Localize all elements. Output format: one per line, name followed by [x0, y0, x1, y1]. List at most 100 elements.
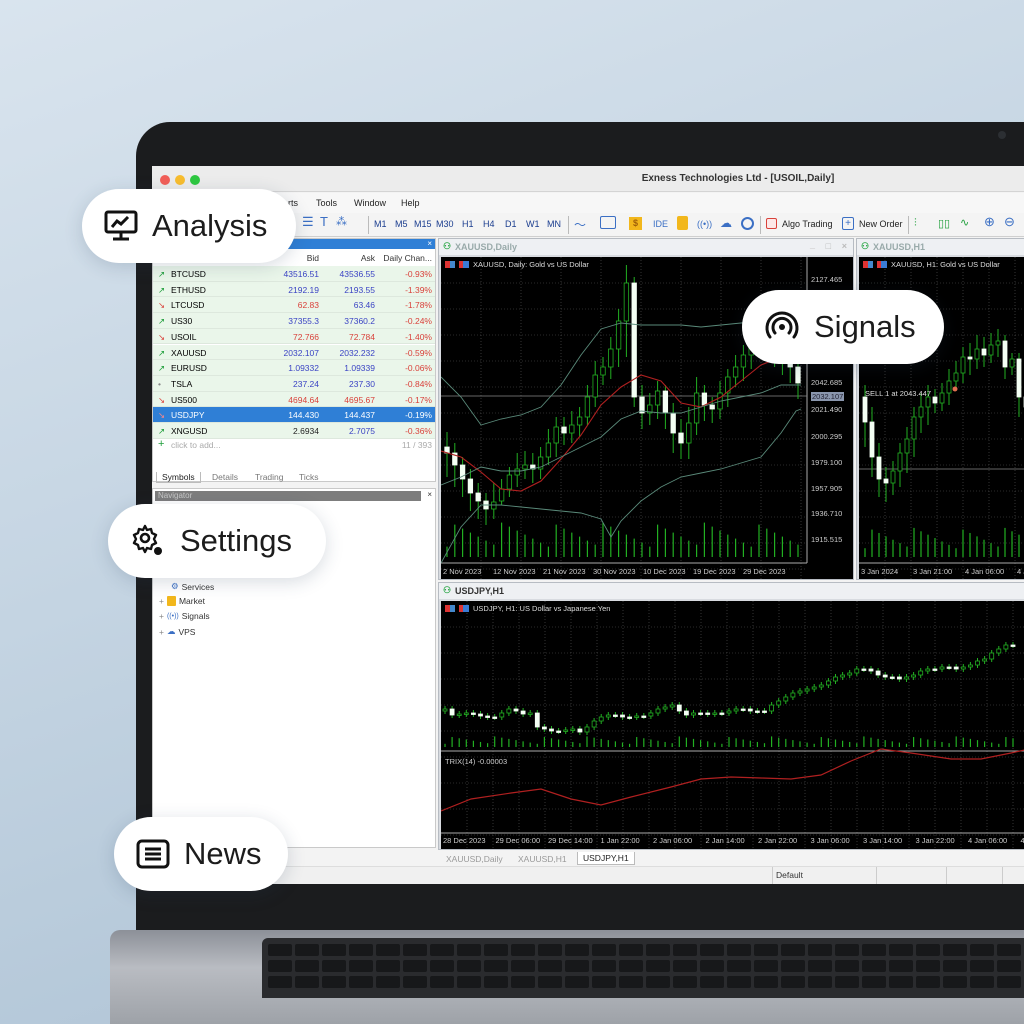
keyboard-key	[538, 960, 562, 972]
tab-symbols[interactable]: Symbols	[156, 472, 201, 483]
chart-maximize-icon[interactable]: □	[826, 241, 831, 251]
line-chart-icon[interactable]: ∿	[960, 216, 969, 229]
date-label: 3 Jan 21:00	[913, 567, 953, 576]
candle-body	[719, 712, 725, 715]
community-icon[interactable]	[741, 217, 754, 230]
keyboard-key	[592, 944, 616, 956]
feature-signals-pill[interactable]: Signals	[742, 290, 944, 364]
candle-body	[467, 478, 474, 494]
bar-chart-icon[interactable]: ⫶	[914, 217, 917, 230]
algo-trading-button[interactable]: Algo Trading	[782, 219, 833, 229]
zoom-out-icon[interactable]: ⊖	[1004, 214, 1015, 230]
add-symbol-row[interactable]: + click to add... 11 / 393	[153, 438, 435, 452]
expand-icon[interactable]: +	[159, 627, 164, 637]
keyboard-key	[565, 944, 589, 956]
candle-body	[896, 676, 902, 680]
market-watch-row[interactable]: ↗ XNGUSD 2.6934 2.7075 -0.36%	[153, 423, 435, 439]
cloud-icon: ☁	[166, 626, 176, 636]
candle-body	[683, 710, 689, 716]
templates-icon[interactable]	[600, 216, 616, 229]
timeframe-m30[interactable]: M30	[436, 219, 454, 229]
market-watch-row[interactable]: ↘ USDJPY 144.430 144.437 -0.19%	[153, 407, 435, 423]
feature-news-pill[interactable]: News	[114, 817, 288, 891]
nav-item-services[interactable]: ⚙ Services	[171, 581, 214, 592]
keyboard-key	[430, 976, 454, 988]
chart-tab-usdjpy-h1[interactable]: USDJPY,H1	[577, 852, 635, 865]
add-symbol-placeholder[interactable]: click to add...	[171, 440, 221, 450]
candle-body	[542, 726, 547, 730]
shapes-tool-icon[interactable]: ⁂	[336, 215, 347, 228]
keyboard-key	[565, 960, 589, 972]
feature-analysis-pill[interactable]: Analysis	[82, 189, 296, 263]
keyboard-key	[484, 960, 508, 972]
nav-item-market[interactable]: + Market	[159, 596, 205, 606]
vps-cloud-icon[interactable]: ☁	[720, 216, 732, 230]
chart-canvas[interactable]: USDJPY, H1: US Dollar vs Japanese Yen TR…	[441, 601, 1024, 849]
keyboard	[262, 938, 1024, 998]
market-watch-row[interactable]: ↗ BTCUSD 43516.51 43536.55 -0.93%	[153, 266, 435, 282]
chart-tab-xauusd-daily[interactable]: XAUUSD,Daily	[446, 854, 503, 864]
market-watch-row[interactable]: ↘ USOIL 72.766 72.784 -1.40%	[153, 328, 435, 345]
lock-icon[interactable]	[677, 216, 688, 230]
timeframe-w1[interactable]: W1	[526, 219, 540, 229]
tab-trading[interactable]: Trading	[255, 472, 284, 482]
market-watch-row[interactable]: • TSLA 237.24 237.30 -0.84%	[153, 375, 435, 392]
chart-tab-xauusd-h1[interactable]: XAUUSD,H1	[518, 854, 567, 864]
timeframe-mn[interactable]: MN	[547, 219, 561, 229]
keyboard-key	[430, 960, 454, 972]
zoom-in-icon[interactable]: ⊕	[984, 214, 995, 230]
price-label: 1936.710	[811, 509, 843, 518]
timeframe-h4[interactable]: H4	[483, 219, 495, 229]
market-watch-row[interactable]: ↗ EURUSD 1.09332 1.09339 -0.06%	[153, 360, 435, 376]
ide-button[interactable]: IDE	[653, 219, 668, 229]
menu-window[interactable]: Window	[354, 198, 386, 208]
nav-item-signals[interactable]: + ((•)) Signals	[159, 611, 210, 621]
market-watch-row[interactable]: ↘ LTCUSD 62.83 63.46 -1.78%	[153, 297, 435, 314]
indicators-icon[interactable]: 〜	[574, 216, 586, 233]
new-order-button[interactable]: New Order	[859, 219, 903, 229]
expand-icon[interactable]: +	[159, 596, 164, 606]
title-bar: Exness Technologies Ltd - [USOIL,Daily]	[152, 166, 1024, 192]
signals-toolbar-icon[interactable]: ((•))	[697, 219, 712, 229]
keyboard-key	[943, 944, 967, 956]
text-tool-icon[interactable]: T	[320, 214, 328, 229]
market-watch-tabs: Symbols Details Trading Ticks	[152, 470, 436, 484]
objects-list-icon[interactable]: ☰	[302, 214, 314, 230]
market-watch-close-icon[interactable]: ×	[427, 239, 432, 248]
tab-ticks[interactable]: Ticks	[299, 472, 319, 482]
new-order-icon[interactable]: +	[842, 217, 854, 230]
keyboard-key	[457, 976, 481, 988]
algo-trading-icon[interactable]	[766, 218, 777, 229]
menu-tools[interactable]: Tools	[316, 198, 337, 208]
date-label: 29 Dec 06:00	[495, 836, 541, 845]
timeframe-m5[interactable]: M5	[395, 219, 408, 229]
nav-item-vps[interactable]: + ☁ VPS	[159, 626, 195, 637]
column-ask[interactable]: Ask	[361, 253, 375, 263]
timeframe-m15[interactable]: M15	[414, 219, 432, 229]
tab-details[interactable]: Details	[212, 472, 238, 482]
keyboard-key	[376, 976, 400, 988]
navigator-close-icon[interactable]: ×	[427, 490, 432, 499]
chart-close-icon[interactable]: ×	[842, 241, 847, 251]
feature-settings-pill[interactable]: Settings	[108, 504, 326, 578]
chart-minimize-icon[interactable]: _	[810, 240, 815, 250]
menu-help[interactable]: Help	[401, 198, 420, 208]
column-bid[interactable]: Bid	[307, 253, 319, 263]
candle-body	[655, 708, 661, 714]
candle-body	[825, 680, 831, 686]
market-watch-row[interactable]: ↗ ETHUSD 2192.19 2193.55 -1.39%	[153, 281, 435, 298]
column-daily-change[interactable]: Daily Chan...	[383, 253, 432, 263]
timeframe-m1[interactable]: M1	[374, 219, 387, 229]
timeframe-h1[interactable]: H1	[462, 219, 474, 229]
market-watch-row[interactable]: ↗ US30 37355.3 37360.2 -0.24%	[153, 313, 435, 329]
timeframe-d1[interactable]: D1	[505, 219, 517, 229]
market-watch-row[interactable]: ↗ XAUUSD 2032.107 2032.232 -0.59%	[153, 344, 435, 361]
candle-body	[918, 406, 924, 418]
signals-icon: ((•))	[166, 612, 179, 620]
expand-icon[interactable]: +	[159, 611, 164, 621]
market-watch-row[interactable]: ↘ US500 4694.64 4695.67 -0.17%	[153, 391, 435, 408]
monitor-chart-icon	[104, 210, 138, 241]
market-icon[interactable]: $	[629, 217, 642, 230]
keyboard-key	[376, 960, 400, 972]
candlestick-icon[interactable]: ▯▯	[938, 217, 950, 230]
